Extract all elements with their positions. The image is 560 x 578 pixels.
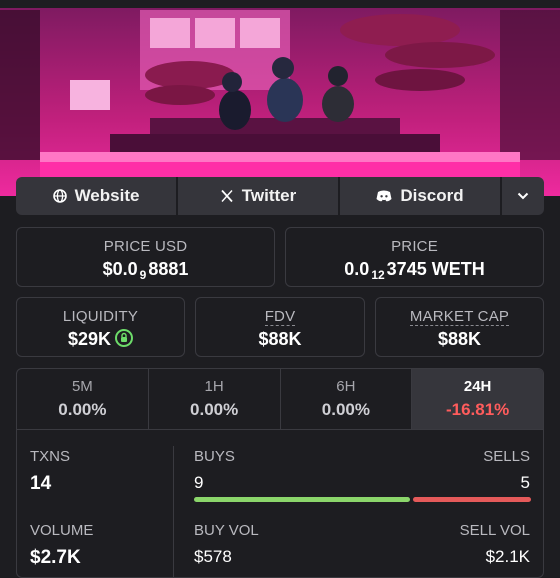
tab-1h-change: 0.00% — [190, 400, 239, 419]
tab-24h[interactable]: 24H -16.81% — [412, 369, 543, 429]
fdv-card: FDV $88K — [195, 297, 365, 357]
buy-vol-stat: BUY VOL $578 — [194, 522, 259, 567]
globe-icon — [52, 189, 67, 203]
volume-label: VOLUME — [30, 522, 94, 539]
sell-vol-label: SELL VOL — [459, 522, 530, 539]
buy-vol-label: BUY VOL — [194, 522, 259, 539]
lock-icon[interactable] — [115, 329, 134, 348]
tab-5m-label: 5M — [71, 378, 93, 395]
twitter-label: Twitter — [241, 186, 297, 205]
buys-value: 9 — [194, 473, 204, 492]
tab-24h-change: -16.81% — [445, 400, 510, 419]
volume-value: $2.7K — [30, 547, 81, 568]
fdv-label-wrap: FDV — [196, 308, 364, 326]
trading-stats-panel: 5M 0.00% 1H 0.00% 6H 0.00% 24H -16.81% T… — [16, 368, 544, 578]
liquidity-value: $29K — [67, 329, 112, 349]
buy-vol-value: $578 — [194, 547, 232, 566]
price-usd-zero-count: 9 — [139, 268, 147, 282]
buys-ratio-bar — [194, 497, 410, 502]
buys-stat: BUYS 9 — [194, 448, 235, 493]
market-cap-value: $88K — [437, 329, 482, 349]
market-cap-label[interactable]: MARKET CAP — [409, 308, 510, 326]
market-cap-card: MARKET CAP $88K — [375, 297, 544, 357]
price-usd-card: PRICE USD $0.0 9 8881 — [16, 227, 275, 287]
more-links-button[interactable] — [502, 177, 544, 215]
website-label: Website — [74, 186, 140, 205]
sells-value: 5 — [520, 473, 530, 492]
tab-1h-label: 1H — [204, 378, 224, 395]
sells-stat: SELLS 5 — [483, 448, 530, 493]
liquidity-card: LIQUIDITY $29K — [16, 297, 185, 357]
social-links-bar: Website Twitter Discord — [16, 177, 544, 215]
sell-vol-value: $2.1K — [485, 547, 530, 566]
discord-label: Discord — [400, 186, 464, 205]
price-usd-value: $0.0 9 8881 — [17, 259, 274, 282]
price-native-zero-count: 12 — [371, 268, 385, 282]
txns-stat: TXNS 14 — [30, 448, 70, 495]
tab-6h[interactable]: 6H 0.00% — [281, 369, 413, 429]
price-native-value: 0.0 12 3745 WETH — [286, 259, 543, 282]
timeframe-tabs: 5M 0.00% 1H 0.00% 6H 0.00% 24H -16.81% — [17, 369, 543, 430]
twitter-button[interactable]: Twitter — [178, 177, 340, 215]
fdv-label[interactable]: FDV — [264, 308, 296, 326]
price-usd-label: PRICE USD — [103, 238, 188, 255]
tab-5m[interactable]: 5M 0.00% — [17, 369, 149, 429]
liquidity-label: LIQUIDITY — [62, 308, 139, 325]
sells-label: SELLS — [483, 448, 530, 465]
volume-stat: VOLUME $2.7K — [30, 522, 93, 569]
tab-1h[interactable]: 1H 0.00% — [149, 369, 281, 429]
price-usd-prefix: $0.0 — [102, 259, 138, 279]
market-cap-label-wrap: MARKET CAP — [376, 308, 543, 326]
sell-vol-stat: SELL VOL $2.1K — [460, 522, 530, 567]
discord-button[interactable]: Discord — [340, 177, 502, 215]
txns-value: 14 — [30, 473, 52, 494]
tab-5m-change: 0.00% — [58, 400, 107, 419]
tab-6h-label: 6H — [336, 378, 356, 395]
discord-icon — [376, 190, 392, 202]
price-native-prefix: 0.0 — [344, 259, 370, 279]
price-usd-digits: 8881 — [148, 259, 189, 279]
sells-ratio-bar — [413, 497, 531, 502]
price-native-card: PRICE 0.0 12 3745 WETH — [285, 227, 544, 287]
txns-label: TXNS — [30, 448, 71, 465]
tab-24h-label: 24H — [463, 378, 492, 395]
token-banner-image — [0, 0, 560, 196]
website-button[interactable]: Website — [16, 177, 178, 215]
fdv-value: $88K — [258, 329, 302, 349]
price-native-label: PRICE — [391, 238, 438, 255]
x-logo-icon — [221, 189, 233, 203]
liquidity-value-row: $29K — [17, 329, 184, 350]
buys-label: BUYS — [194, 448, 235, 465]
tab-6h-change: 0.00% — [321, 400, 370, 419]
stats-divider — [173, 446, 174, 577]
chevron-down-icon — [517, 192, 529, 200]
price-native-digits: 3745 WETH — [386, 259, 485, 279]
